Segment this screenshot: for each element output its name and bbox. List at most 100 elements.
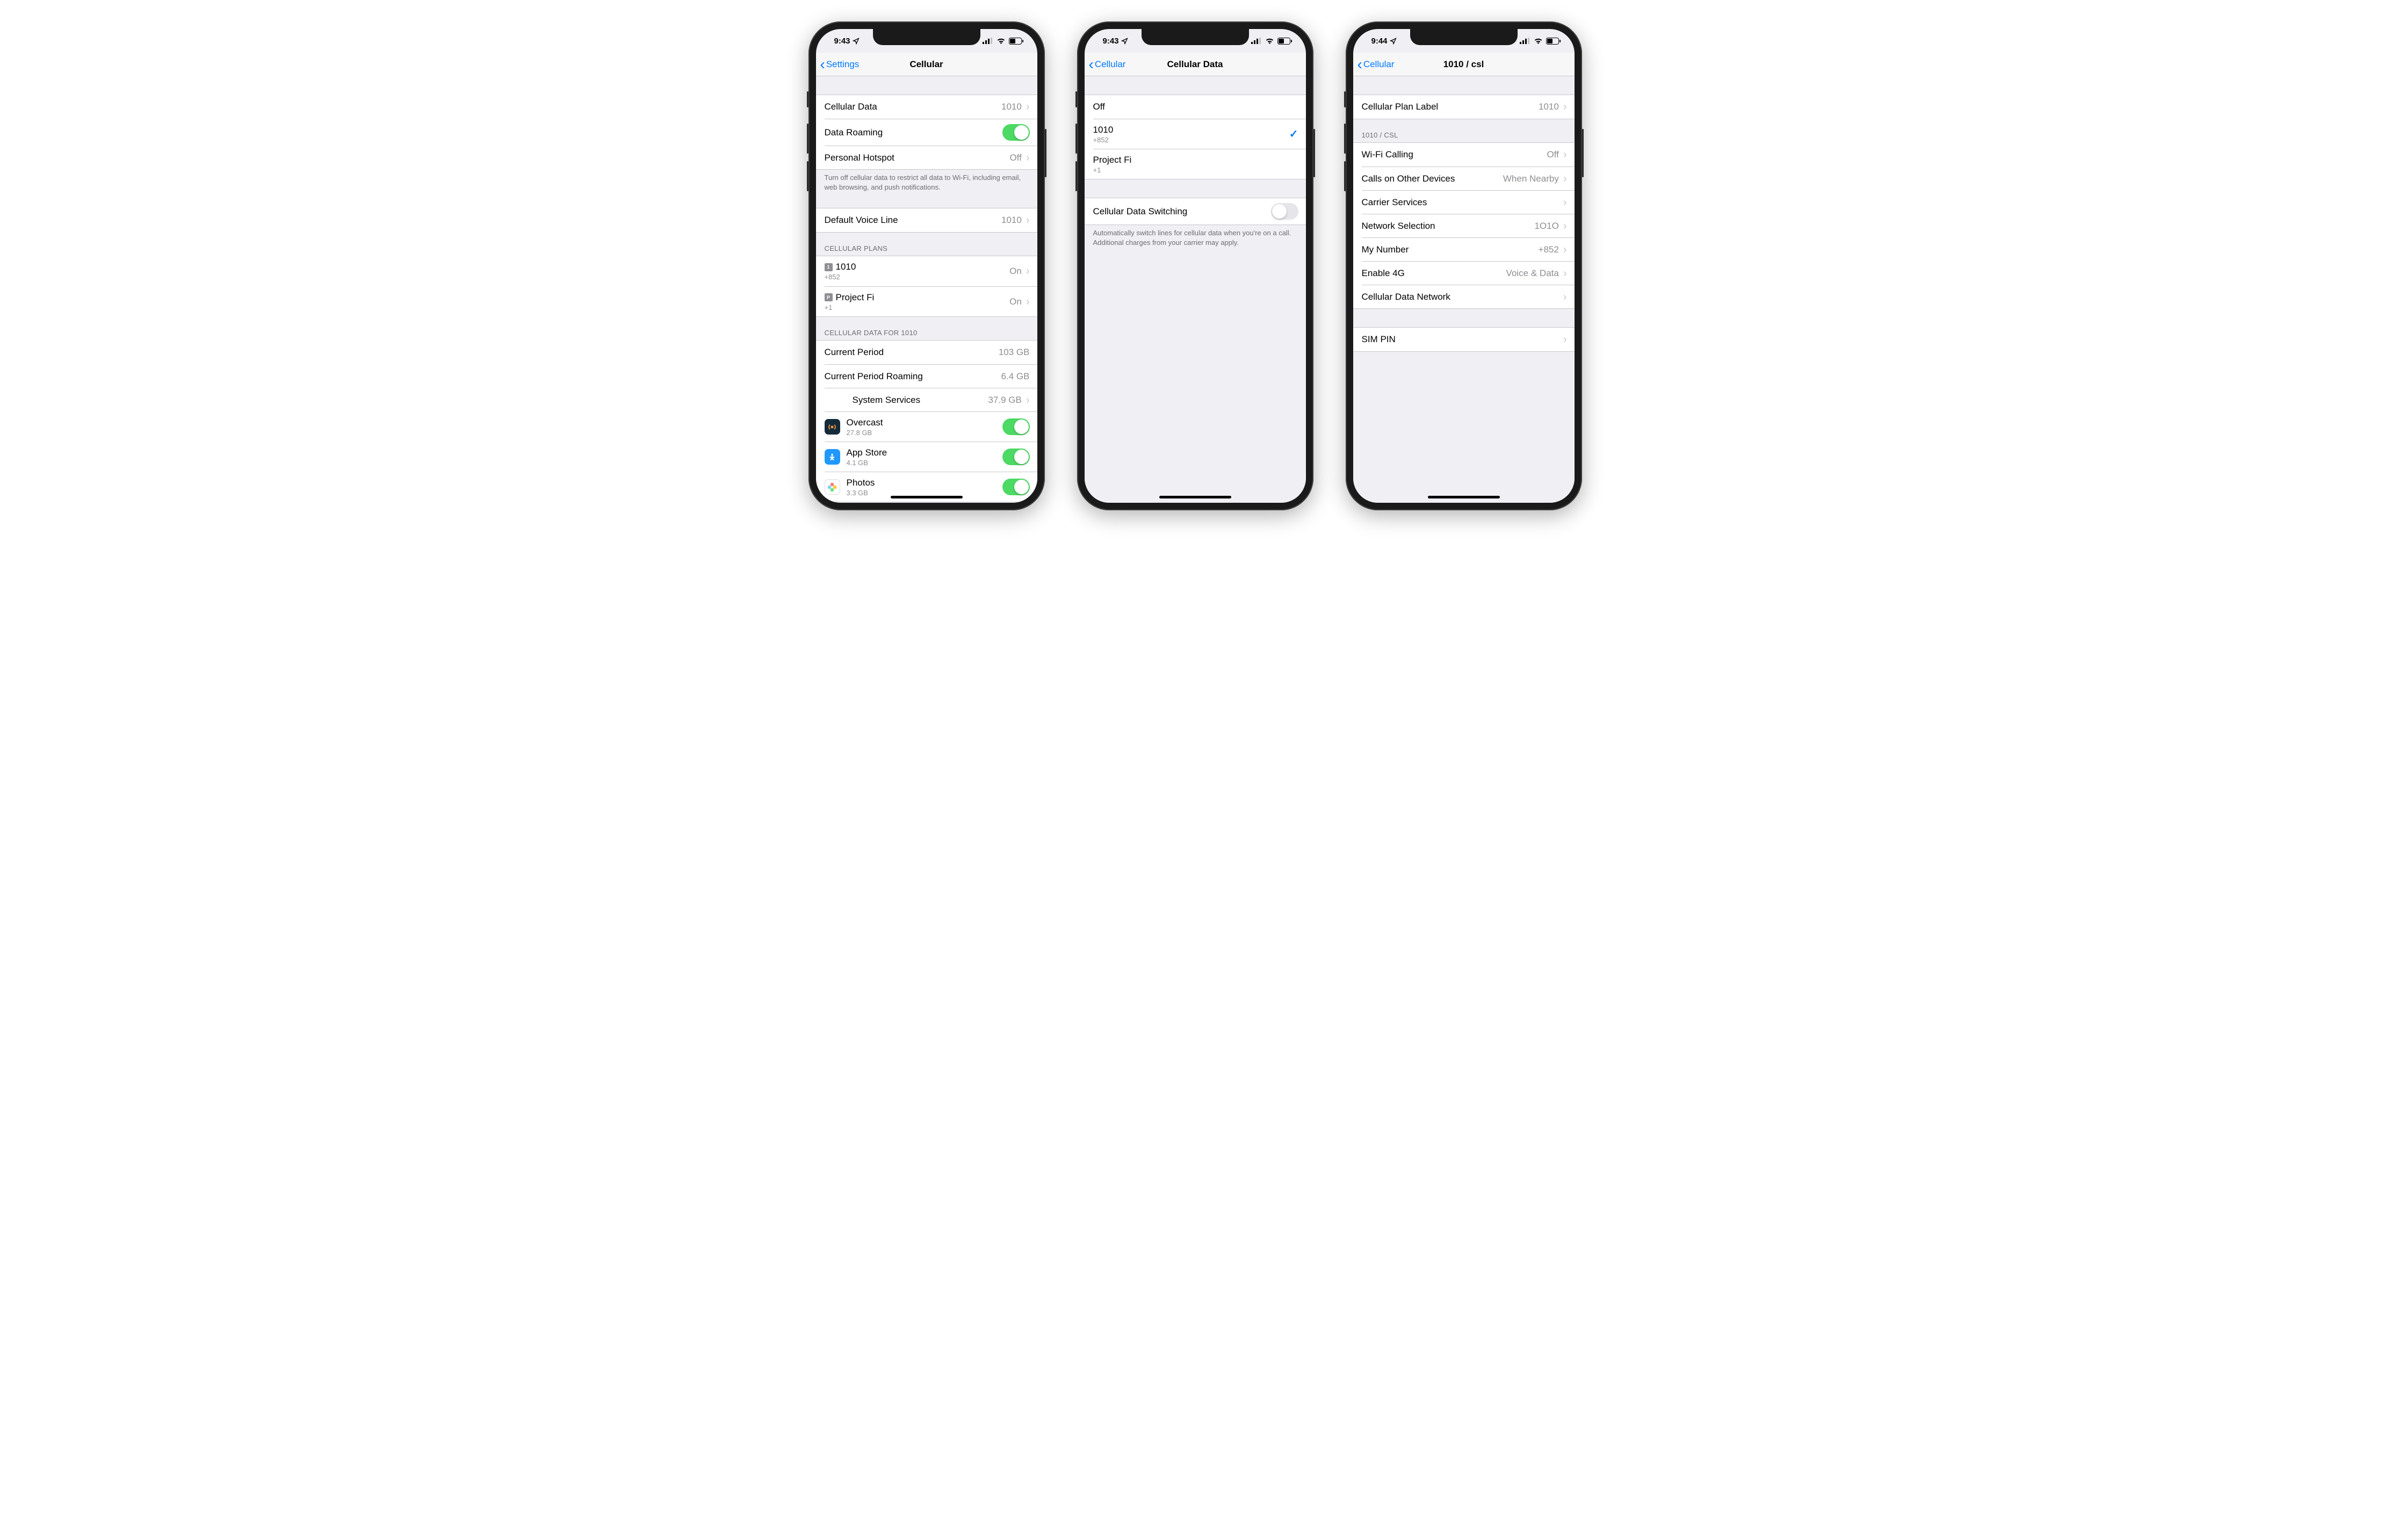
row-network-selection[interactable]: Network Selection 1O1O ›: [1362, 214, 1575, 237]
toggle-app-appstore[interactable]: [1002, 449, 1030, 465]
row-value: 103 GB: [999, 347, 1030, 358]
row-sim-pin[interactable]: SIM PIN ›: [1353, 328, 1575, 351]
plan-name: Project Fi: [836, 292, 875, 303]
row-plan-label[interactable]: Cellular Plan Label 1010 ›: [1353, 95, 1575, 119]
volume-down-button: [1344, 161, 1346, 191]
home-indicator[interactable]: [1428, 496, 1500, 498]
content[interactable]: Cellular Data 1010 › Data Roaming Person…: [816, 76, 1037, 503]
wifi-icon: [1265, 38, 1274, 44]
row-carrier-services[interactable]: Carrier Services ›: [1362, 190, 1575, 214]
toggle-data-roaming[interactable]: [1002, 124, 1030, 141]
option-number: +1: [1093, 166, 1298, 174]
battery-icon: [1277, 38, 1292, 45]
signal-icon: [983, 38, 993, 44]
chevron-right-icon: ›: [1026, 297, 1030, 307]
chevron-right-icon: ›: [1026, 215, 1030, 226]
row-option-projectfi[interactable]: Project Fi +1: [1093, 149, 1306, 179]
row-personal-hotspot[interactable]: Personal Hotspot Off ›: [825, 146, 1037, 169]
phone-carrier-detail: 9:44 ‹ Cellular: [1346, 21, 1582, 510]
back-button[interactable]: ‹ Cellular: [1353, 57, 1395, 72]
group-header-carrier: 1010 / CSL: [1353, 119, 1575, 142]
screen: 9:43 ‹ Settings: [816, 29, 1037, 503]
home-indicator[interactable]: [1159, 496, 1231, 498]
row-option-1010[interactable]: 1010 +852 ✓: [1093, 119, 1306, 149]
row-label: Enable 4G: [1362, 268, 1506, 279]
plan-name: 1010: [836, 262, 856, 272]
content[interactable]: Cellular Plan Label 1010 › 1010 / CSL Wi…: [1353, 76, 1575, 503]
chevron-right-icon: ›: [1026, 266, 1030, 277]
row-value: 1010: [1001, 215, 1022, 226]
volume-up-button: [807, 124, 808, 154]
mute-switch: [1075, 91, 1077, 107]
screen: 9:43 ‹ Cellular: [1085, 29, 1306, 503]
battery-icon: [1546, 38, 1561, 45]
row-cellular-data[interactable]: Cellular Data 1010 ›: [816, 95, 1037, 119]
row-label: Data Roaming: [825, 127, 1002, 138]
row-current-period: Current Period 103 GB: [816, 341, 1037, 364]
signal-icon: [1251, 38, 1262, 44]
row-cellular-data-network[interactable]: Cellular Data Network ›: [1362, 285, 1575, 308]
toggle-app-photos[interactable]: [1002, 479, 1030, 495]
mute-switch: [1344, 91, 1346, 107]
plan-number: +1: [825, 303, 1010, 312]
option-name: 1010: [1093, 125, 1289, 135]
row-enable-4g[interactable]: Enable 4G Voice & Data ›: [1362, 261, 1575, 285]
nav-bar: ‹ Cellular 1010 / csl: [1353, 53, 1575, 76]
group-carrier: Wi-Fi Calling Off › Calls on Other Devic…: [1353, 142, 1575, 309]
row-value: Off: [1547, 149, 1558, 160]
row-label: Current Period Roaming: [825, 371, 1001, 382]
nav-bar: ‹ Settings Cellular: [816, 53, 1037, 76]
notch: [1410, 29, 1518, 45]
group-footer: Turn off cellular data to restrict all d…: [816, 170, 1037, 196]
row-label: Carrier Services: [1362, 197, 1559, 208]
row-off[interactable]: Off: [1085, 95, 1306, 119]
side-button: [1045, 129, 1046, 177]
wifi-icon: [997, 38, 1006, 44]
side-button: [1313, 129, 1315, 177]
app-name: Photos: [847, 478, 1002, 488]
volume-down-button: [1075, 161, 1077, 191]
back-button[interactable]: ‹ Settings: [816, 57, 860, 72]
row-label: My Number: [1362, 244, 1539, 255]
row-data-switching: Cellular Data Switching: [1085, 198, 1306, 225]
row-default-voice-line[interactable]: Default Voice Line 1010 ›: [816, 208, 1037, 232]
app-size: 27.8 GB: [847, 429, 1002, 437]
row-value: 1O1O: [1534, 221, 1558, 232]
row-label: Cellular Plan Label: [1362, 102, 1539, 112]
chevron-right-icon: ›: [1563, 221, 1567, 232]
row-app-appstore: App Store 4.1 GB: [825, 442, 1037, 472]
toggle-app-overcast[interactable]: [1002, 418, 1030, 435]
chevron-right-icon: ›: [1563, 197, 1567, 208]
phone-cellular-data: 9:43 ‹ Cellular: [1077, 21, 1313, 510]
row-plan-projectfi[interactable]: P Project Fi +1 On ›: [825, 286, 1037, 316]
mute-switch: [807, 91, 808, 107]
row-label: Off: [1093, 102, 1298, 112]
volume-up-button: [1344, 124, 1346, 154]
row-wifi-calling[interactable]: Wi-Fi Calling Off ›: [1353, 143, 1575, 167]
plan-number: +852: [825, 273, 1010, 281]
wifi-icon: [1534, 38, 1543, 44]
row-plan-1010[interactable]: 1 1010 +852 On ›: [816, 256, 1037, 286]
row-data-roaming: Data Roaming: [825, 119, 1037, 146]
back-button[interactable]: ‹ Cellular: [1085, 57, 1126, 72]
group-footer: Automatically switch lines for cellular …: [1085, 225, 1306, 251]
row-system-services[interactable]: System Services 37.9 GB ›: [825, 388, 1037, 411]
row-my-number[interactable]: My Number +852 ›: [1362, 237, 1575, 261]
toggle-data-switching[interactable]: [1271, 203, 1298, 220]
group-voice: Default Voice Line 1010 ›: [816, 208, 1037, 233]
row-label: Cellular Data Switching: [1093, 206, 1271, 217]
row-calls-other-devices[interactable]: Calls on Other Devices When Nearby ›: [1362, 167, 1575, 190]
plan-status: On: [1009, 266, 1022, 277]
content[interactable]: Off 1010 +852 ✓ Project Fi +1: [1085, 76, 1306, 503]
group-header-usage: CELLULAR DATA FOR 1010: [816, 317, 1037, 340]
status-time: 9:43: [834, 37, 850, 46]
phone-cellular: 9:43 ‹ Settings: [808, 21, 1045, 510]
check-icon: ✓: [1289, 127, 1298, 141]
location-icon: [1121, 38, 1128, 45]
page-title: Cellular: [909, 59, 943, 70]
chevron-right-icon: ›: [1563, 334, 1567, 345]
status-time: 9:44: [1371, 37, 1388, 46]
group-plans: 1 1010 +852 On › P Project Fi +1: [816, 256, 1037, 317]
home-indicator[interactable]: [891, 496, 963, 498]
chevron-right-icon: ›: [1563, 102, 1567, 112]
